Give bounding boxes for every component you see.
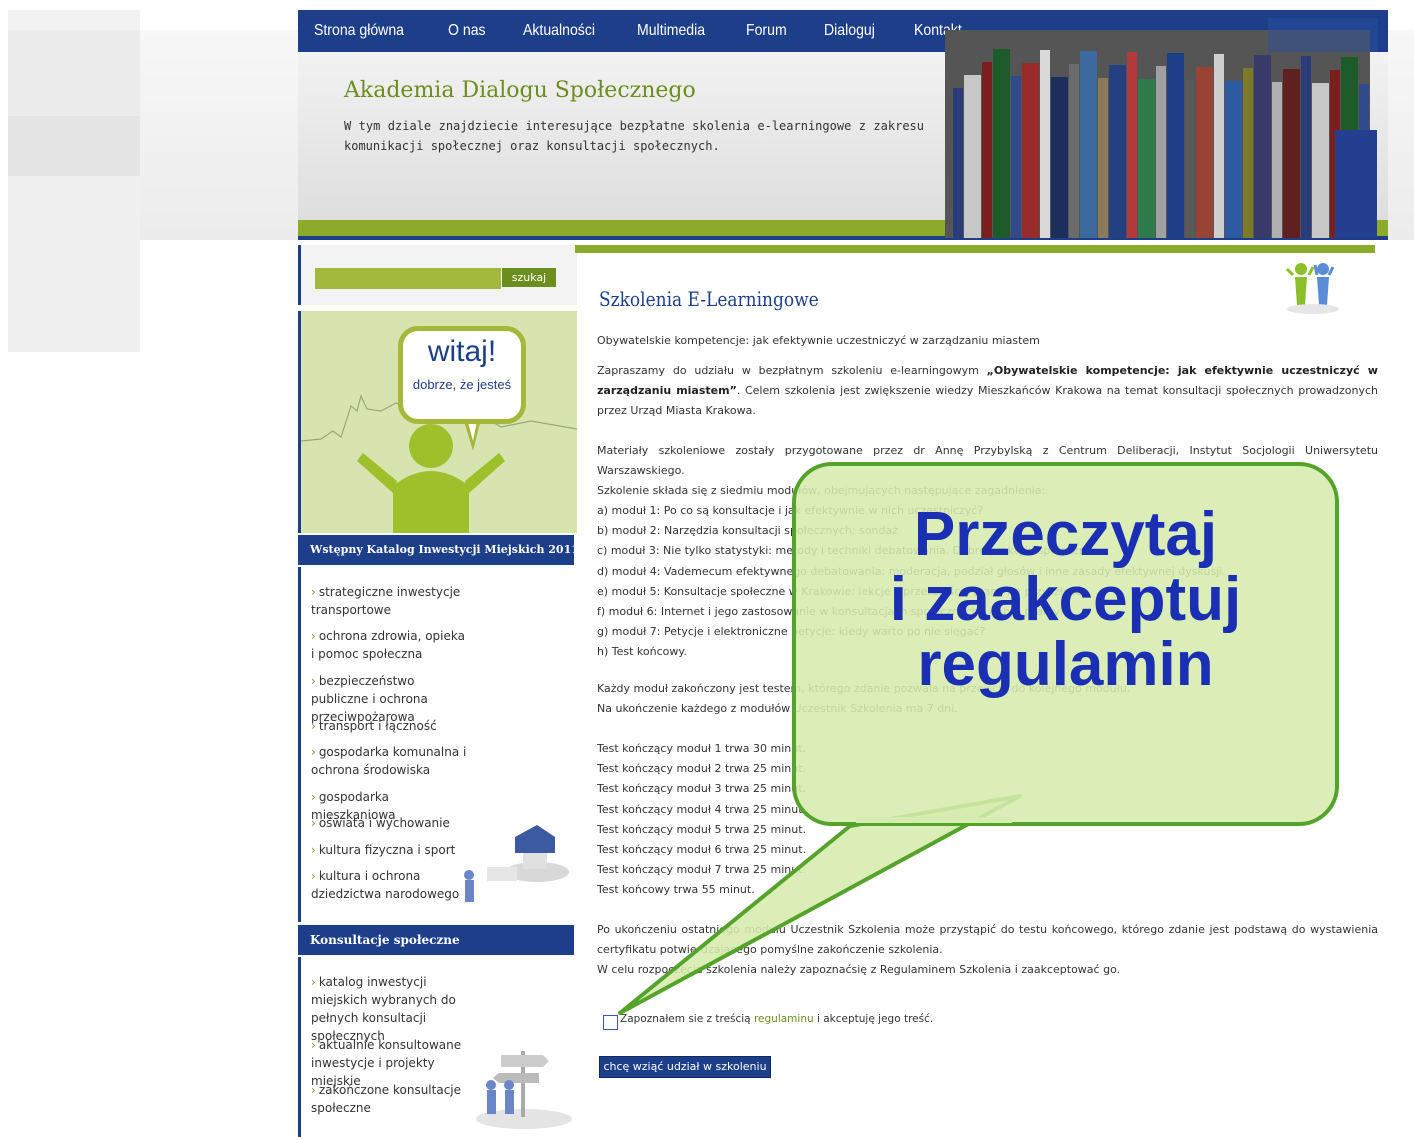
- callout-line: Przeczytaj: [913, 500, 1218, 569]
- callout-line: i zaakceptuj: [889, 565, 1242, 634]
- callout-text: Przeczytaj i zaakceptuj regulamin: [792, 502, 1339, 697]
- callout-line: regulamin: [917, 630, 1214, 699]
